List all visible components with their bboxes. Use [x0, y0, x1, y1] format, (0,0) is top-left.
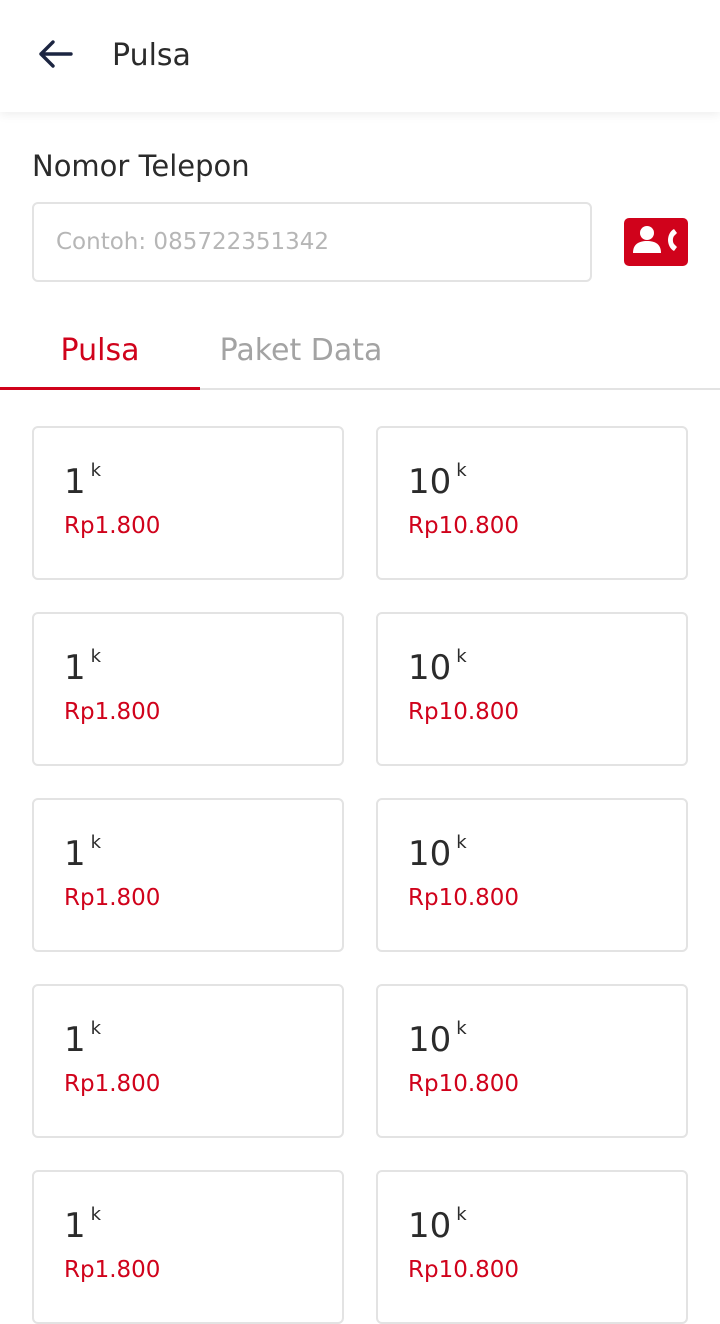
back-button[interactable]	[30, 32, 80, 80]
price-label: Rp10.800	[408, 885, 520, 911]
price-label: Rp1.800	[64, 885, 161, 911]
price-label: Rp1.800	[64, 1257, 161, 1283]
price-label: Rp10.800	[408, 513, 520, 539]
price-label: Rp10.800	[408, 1257, 520, 1283]
product-card[interactable]: 1k Rp1.800	[32, 426, 344, 580]
product-card[interactable]: 10 k Rp10.800	[376, 426, 688, 580]
phone-number-label: Nomor Telepon	[32, 149, 250, 183]
price-label: Rp1.800	[64, 1071, 161, 1097]
product-card[interactable]: 1k Rp1.800	[32, 798, 344, 952]
tab-pulsa[interactable]: Pulsa	[0, 312, 200, 390]
product-card[interactable]: 1k Rp1.800	[32, 612, 344, 766]
contact-phone-icon	[630, 222, 682, 262]
nominal-value: 10 k	[408, 646, 467, 688]
product-card[interactable]: 10 k Rp10.800	[376, 798, 688, 952]
nominal-value: 1k	[64, 646, 102, 688]
nominal-value: 10 k	[408, 832, 467, 874]
price-label: Rp10.800	[408, 1071, 520, 1097]
nominal-value: 1k	[64, 832, 102, 874]
tab-paket-data[interactable]: Paket Data	[200, 312, 402, 390]
price-label: Rp1.800	[64, 699, 161, 725]
product-card[interactable]: 10 k Rp10.800	[376, 612, 688, 766]
nominal-value: 10 k	[408, 460, 467, 502]
nominal-value: 1k	[64, 1018, 102, 1060]
product-card[interactable]: 1k Rp1.800	[32, 984, 344, 1138]
arrow-left-icon	[37, 39, 73, 73]
product-card[interactable]: 10 k Rp10.800	[376, 1170, 688, 1324]
contact-picker-button[interactable]	[624, 218, 688, 266]
app-header: Pulsa	[0, 0, 720, 112]
nominal-value: 1k	[64, 460, 102, 502]
product-grid: 1k Rp1.800 10 k Rp10.800 1k Rp1.800 10 k R…	[32, 426, 688, 1324]
nominal-value: 10 k	[408, 1018, 467, 1060]
price-label: Rp1.800	[64, 513, 161, 539]
page-title: Pulsa	[112, 38, 191, 73]
nominal-value: 1k	[64, 1204, 102, 1246]
price-label: Rp10.800	[408, 699, 520, 725]
product-card[interactable]: 1k Rp1.800	[32, 1170, 344, 1324]
product-card[interactable]: 10 k Rp10.800	[376, 984, 688, 1138]
nominal-value: 10 k	[408, 1204, 467, 1246]
product-tabs: Pulsa Paket Data	[0, 312, 720, 390]
phone-number-input[interactable]	[32, 202, 592, 282]
